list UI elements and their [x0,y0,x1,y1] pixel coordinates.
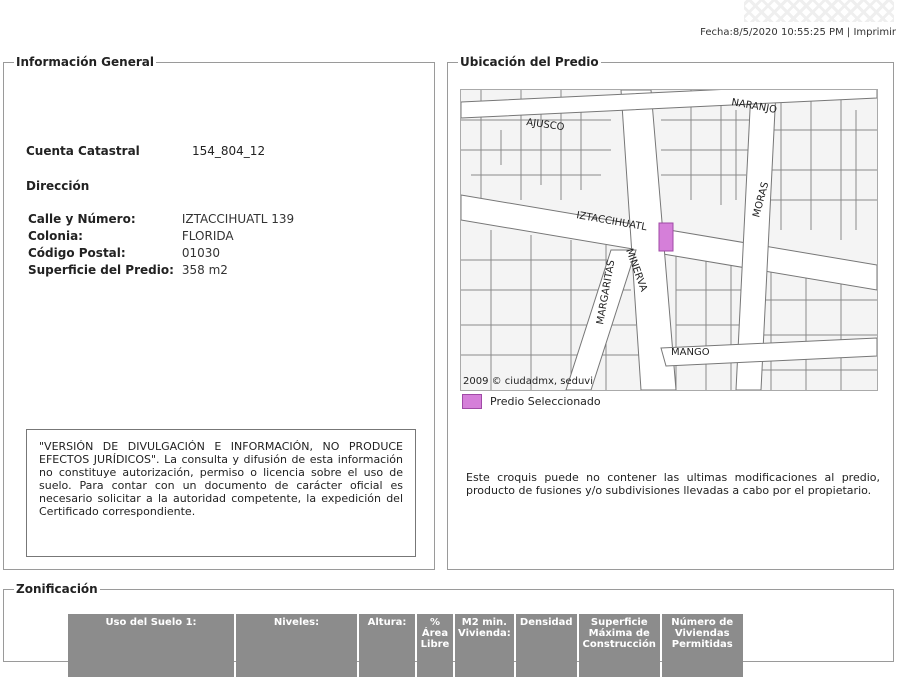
imprimir-link[interactable]: Imprimir [853,27,896,38]
ubicacion-predio-panel: Ubicación del Predio AJUSCO NARANJO IZTA… [447,55,894,570]
field-value: 358 m2 [181,263,228,277]
column-header-viviendas-permitidas: Número de Viviendas Permitidas [661,614,743,677]
column-header-uso-suelo: Uso del Suelo 1: [68,614,234,677]
field-label: Calle y Número: [28,212,136,226]
header-bar: Fecha:8/5/2020 10:55:25 PM | Imprimir [700,27,896,38]
zonificacion-title: Zonificación [16,582,98,596]
map-note: Este croquis puede no contener las ultim… [466,471,880,497]
logo-watermark [744,0,894,22]
informacion-general-panel: Información General Cuenta Catastral 154… [3,55,435,570]
disclaimer-box: "VERSIÓN DE DIVULGACIÓN E INFORMACIÓN, N… [26,429,416,557]
field-label: Colonia: [28,229,83,243]
cuenta-catastral-label: Cuenta Catastral [26,144,140,158]
legend-label: Predio Seleccionado [490,395,601,408]
table-row: Calle y Número: IZTACCIHUATL 139 [28,212,296,229]
column-header-m2-vivienda: M2 min. Vivienda: [455,614,514,677]
separator: | [843,27,854,38]
field-label: Superficie del Predio: [28,263,174,277]
field-value: IZTACCIHUATL 139 [181,212,295,226]
location-map[interactable]: AJUSCO NARANJO IZTACCIHUATL MORAS MARGAR… [460,89,878,391]
column-header-superficie-maxima: Superficie Máxima de Construcción [578,614,660,677]
zonificacion-table: Uso del Suelo 1: Niveles: Altura: % Área… [66,614,745,677]
zonificacion-panel: Zonificación Uso del Suelo 1: Niveles: A… [3,582,894,677]
direccion-table: Calle y Número: IZTACCIHUATL 139 Colonia… [28,212,296,280]
fecha-value: 8/5/2020 10:55:25 PM [732,27,844,38]
map-legend: Predio Seleccionado [462,394,601,409]
table-row: Código Postal: 01030 [28,246,296,263]
table-row: Colonia: FLORIDA [28,229,296,246]
direccion-heading: Dirección [26,179,90,193]
map-credit: 2009 © ciudadmx, seduvi [463,376,593,387]
column-header-niveles: Niveles: [236,614,357,677]
street-label-mango: MANGO [671,347,710,358]
selected-parcel-marker [658,222,674,252]
column-header-area-libre: % Área Libre [417,614,453,677]
column-header-altura: Altura: [359,614,415,677]
ubicacion-predio-title: Ubicación del Predio [460,55,599,69]
column-header-densidad: Densidad [515,614,577,677]
legend-swatch [462,394,482,409]
table-row: Superficie del Predio: 358 m2 [28,263,296,280]
cuenta-catastral-value: 154_804_12 [192,144,266,158]
informacion-general-title: Información General [16,55,154,69]
field-value: FLORIDA [181,229,234,243]
fecha-label: Fecha: [700,27,733,38]
table-header-row: Uso del Suelo 1: Niveles: Altura: % Área… [68,614,743,677]
field-value: 01030 [181,246,221,260]
field-label: Código Postal: [28,246,126,260]
